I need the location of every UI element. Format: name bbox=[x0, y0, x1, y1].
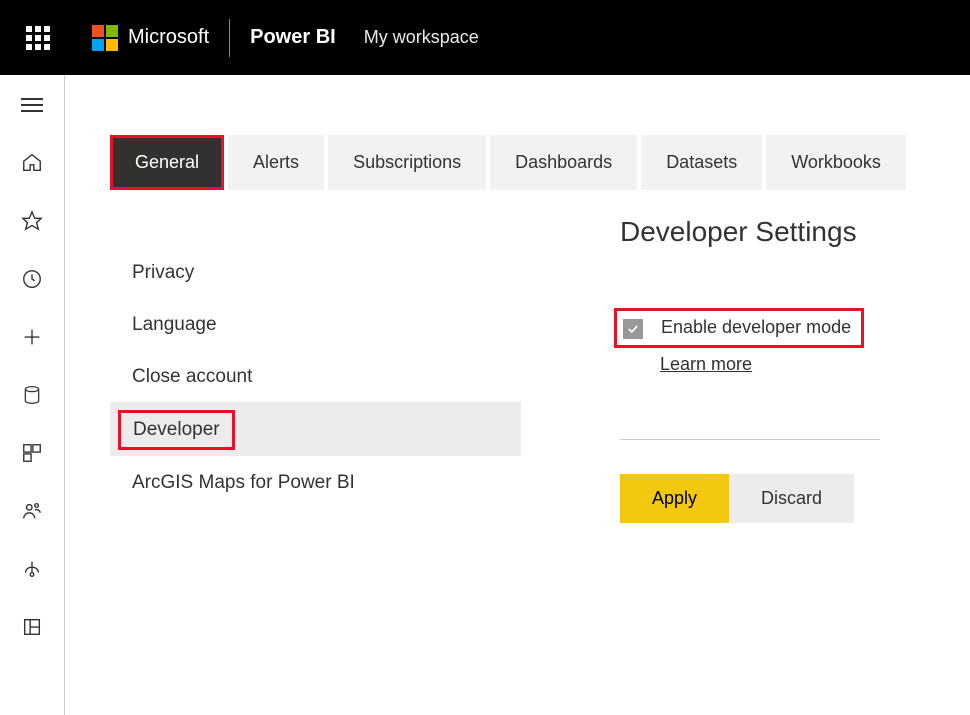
separator bbox=[229, 19, 230, 57]
settings-item-privacy[interactable]: Privacy bbox=[110, 246, 610, 298]
checkbox-label: Enable developer mode bbox=[661, 317, 851, 338]
apply-button[interactable]: Apply bbox=[620, 474, 729, 523]
settings-item-developer[interactable]: Developer bbox=[110, 402, 521, 456]
settings-item-close-account[interactable]: Close account bbox=[110, 350, 610, 402]
tab-workbooks[interactable]: Workbooks bbox=[766, 135, 906, 190]
top-bar: Microsoft Power BI My workspace bbox=[0, 0, 970, 75]
workspace-name[interactable]: My workspace bbox=[364, 27, 479, 48]
detail-panel: Developer Settings Enable developer mode… bbox=[610, 216, 880, 523]
microsoft-label: Microsoft bbox=[128, 26, 209, 49]
learn-icon[interactable] bbox=[20, 557, 44, 581]
main-content: General Alerts Subscriptions Dashboards … bbox=[65, 75, 970, 715]
discard-button[interactable]: Discard bbox=[729, 474, 854, 523]
microsoft-logo[interactable]: Microsoft bbox=[92, 25, 209, 51]
left-rail bbox=[0, 75, 65, 715]
tab-general[interactable]: General bbox=[110, 135, 224, 190]
app-launcher-icon[interactable] bbox=[14, 14, 62, 62]
tab-datasets[interactable]: Datasets bbox=[641, 135, 762, 190]
workspaces-icon[interactable] bbox=[20, 615, 44, 639]
microsoft-logo-icon bbox=[92, 25, 118, 51]
tab-subscriptions[interactable]: Subscriptions bbox=[328, 135, 486, 190]
checkbox-icon[interactable] bbox=[623, 319, 643, 339]
divider bbox=[620, 439, 880, 440]
settings-item-language[interactable]: Language bbox=[110, 298, 610, 350]
shared-icon[interactable] bbox=[20, 499, 44, 523]
enable-developer-mode-row[interactable]: Enable developer mode bbox=[614, 308, 864, 348]
data-icon[interactable] bbox=[20, 383, 44, 407]
learn-more-link[interactable]: Learn more bbox=[660, 354, 880, 375]
button-row: Apply Discard bbox=[620, 474, 880, 523]
product-name[interactable]: Power BI bbox=[250, 26, 336, 49]
hamburger-icon[interactable] bbox=[20, 93, 44, 117]
detail-title: Developer Settings bbox=[620, 216, 880, 248]
settings-nav: Privacy Language Close account Developer… bbox=[110, 246, 610, 523]
apps-icon[interactable] bbox=[20, 441, 44, 465]
tab-dashboards[interactable]: Dashboards bbox=[490, 135, 637, 190]
tab-bar: General Alerts Subscriptions Dashboards … bbox=[110, 135, 970, 190]
settings-item-label: Developer bbox=[118, 410, 235, 450]
tab-alerts[interactable]: Alerts bbox=[228, 135, 324, 190]
favorites-icon[interactable] bbox=[20, 209, 44, 233]
create-icon[interactable] bbox=[20, 325, 44, 349]
recent-icon[interactable] bbox=[20, 267, 44, 291]
settings-item-arcgis[interactable]: ArcGIS Maps for Power BI bbox=[110, 456, 610, 508]
home-icon[interactable] bbox=[20, 151, 44, 175]
